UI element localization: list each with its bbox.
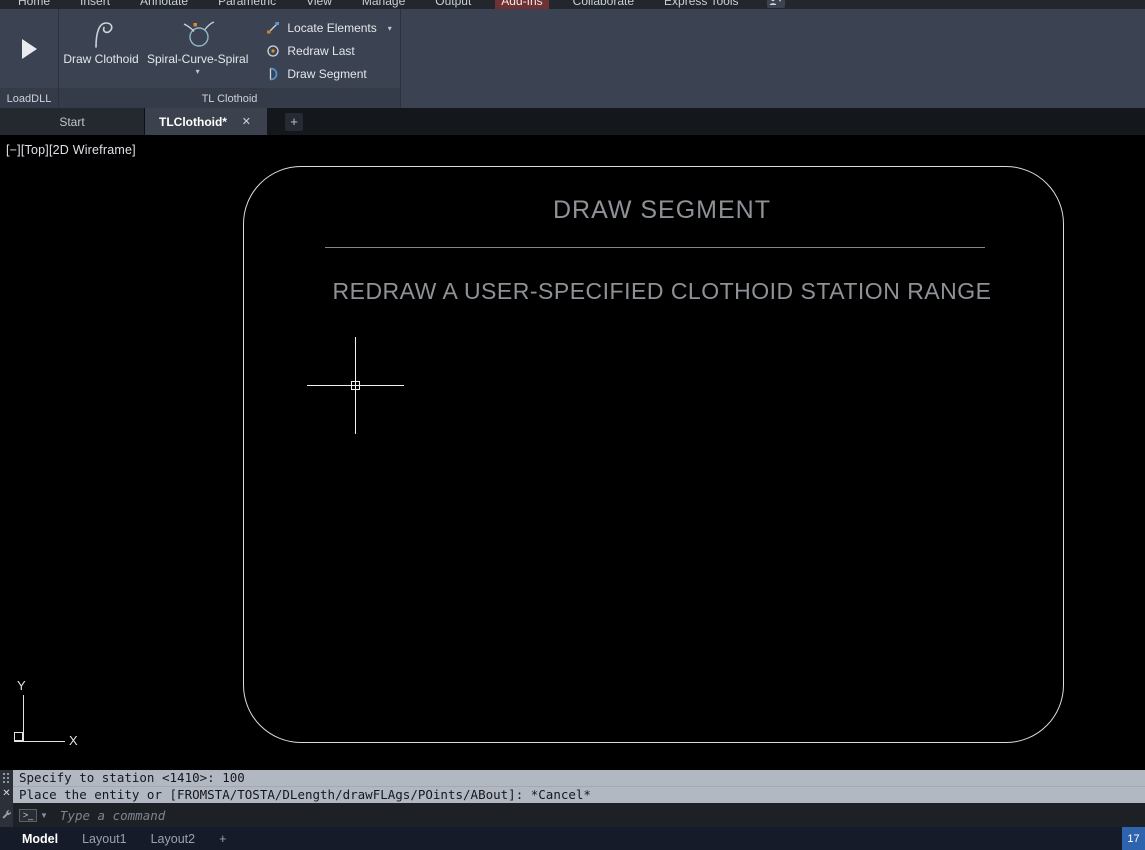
drawing-canvas[interactable]: [−][Top][2D Wireframe] DRAW SEGMENT REDR… — [0, 135, 1145, 770]
spiral-curve-spiral-button[interactable]: Spiral-Curve-Spiral ▾ — [143, 12, 252, 88]
draw-clothoid-label: Draw Clothoid — [63, 52, 139, 66]
ribbon-tab-insert[interactable]: Insert — [74, 0, 116, 9]
command-prompt-icon[interactable]: >_ — [19, 808, 37, 822]
drawing-underline-entity — [325, 247, 985, 248]
ribbon-tab-view[interactable]: View — [300, 0, 338, 9]
viewport-minimize-control[interactable]: [−] — [6, 143, 21, 157]
file-tab-start[interactable]: Start — [0, 108, 145, 135]
ribbon-tab-strip: Home Insert Annotate Parametric View Man… — [0, 0, 1145, 9]
draw-segment-button[interactable]: Draw Segment — [266, 66, 391, 82]
file-tab-bar: Start TLClothoid* ✕ + — [0, 108, 1145, 135]
file-tab-start-label: Start — [59, 114, 85, 129]
viewport-view-control[interactable]: [Top] — [21, 143, 49, 157]
ribbon-panel-loaddll: LoadDLL — [0, 9, 59, 108]
close-icon[interactable]: ✕ — [240, 115, 253, 128]
command-line-panel: ✕ Specify to station <1410>: 100 Place t… — [0, 770, 1145, 827]
spiral-curve-spiral-label: Spiral-Curve-Spiral — [147, 52, 249, 66]
draw-segment-icon — [270, 67, 278, 81]
ribbon-tab-add-ins[interactable]: Add-Ins — [495, 0, 549, 9]
draw-clothoid-icon — [84, 14, 118, 52]
ribbon: LoadDLL Draw Clothoid Spiral-Curve-Spira… — [0, 9, 1145, 108]
command-line-main: Specify to station <1410>: 100 Place the… — [13, 770, 1145, 827]
file-tab-tlclothoid[interactable]: TLClothoid* ✕ — [145, 108, 267, 135]
command-history-line: Specify to station <1410>: 100 — [13, 770, 1145, 787]
draw-clothoid-button[interactable]: Draw Clothoid — [59, 12, 143, 88]
drawing-title-text: DRAW SEGMENT — [552, 196, 772, 224]
command-input[interactable]: Type a command — [60, 808, 1145, 823]
ribbon-tab-collaborate[interactable]: Collaborate — [567, 0, 640, 9]
command-panel-gutter: ✕ — [0, 770, 13, 827]
redraw-last-icon — [267, 45, 280, 57]
play-icon — [21, 38, 37, 59]
ribbon-tab-express-tools[interactable]: Express Tools — [658, 0, 744, 9]
locate-elements-label: Locate Elements — [287, 21, 377, 35]
chevron-down-icon[interactable]: ▾ — [196, 67, 200, 76]
status-right-value: 17 — [1122, 827, 1145, 850]
chevron-down-icon: ▾ — [778, 0, 782, 4]
autocad-window: Home Insert Annotate Parametric View Man… — [0, 0, 1145, 850]
command-input-row[interactable]: >_ ▼ Type a command — [13, 803, 1145, 827]
loaddll-run-button[interactable] — [14, 31, 45, 67]
ucs-y-label: Y — [17, 678, 26, 693]
redraw-last-button[interactable]: Redraw Last — [266, 43, 391, 59]
ucs-x-axis — [14, 741, 65, 742]
spiral-curve-spiral-icon — [180, 14, 216, 52]
ucs-y-axis — [23, 695, 24, 741]
loaddll-panel-title: LoadDLL — [0, 88, 58, 108]
chevron-down-icon[interactable]: ▾ — [388, 24, 392, 33]
new-file-tab-button[interactable]: + — [285, 112, 303, 131]
crosshair-pickbox — [351, 381, 360, 390]
layout1-tab[interactable]: Layout1 — [82, 832, 126, 846]
locate-elements-button[interactable]: Locate Elements ▾ — [266, 20, 392, 36]
command-history-line: Place the entity or [FROMSTA/TOSTA/DLeng… — [13, 787, 1145, 803]
recent-commands-caret-icon[interactable]: ▼ — [40, 811, 48, 820]
close-icon[interactable]: ✕ — [2, 788, 10, 800]
tl-clothoid-panel-title: TL Clothoid — [59, 88, 400, 108]
clothoid-frame-entity — [243, 166, 1064, 743]
ribbon-tab-home[interactable]: Home — [12, 0, 56, 9]
ribbon-panel-tl-clothoid: Draw Clothoid Spiral-Curve-Spiral ▾ Loca… — [59, 9, 401, 108]
new-layout-button[interactable]: + — [219, 832, 226, 846]
drag-handle-icon[interactable] — [2, 772, 11, 785]
account-icon[interactable]: ▾ — [766, 0, 785, 8]
viewport-visual-style-control[interactable]: [2D Wireframe] — [49, 143, 136, 157]
model-tab[interactable]: Model — [22, 832, 58, 846]
ribbon-tab-manage[interactable]: Manage — [356, 0, 411, 9]
tl-clothoid-row-buttons: Locate Elements ▾ Redraw Last Draw Segme… — [266, 12, 392, 88]
draw-segment-label: Draw Segment — [287, 67, 367, 81]
layout2-tab[interactable]: Layout2 — [151, 832, 195, 846]
person-icon — [770, 0, 777, 5]
ucs-x-label: X — [69, 733, 78, 748]
ribbon-tab-output[interactable]: Output — [429, 0, 477, 9]
file-tab-tlclothoid-label: TLClothoid* — [159, 114, 227, 129]
redraw-last-label: Redraw Last — [287, 44, 355, 58]
status-bar: Model Layout1 Layout2 + 17 — [0, 827, 1145, 850]
viewport-controls: [−][Top][2D Wireframe] — [6, 143, 136, 157]
wrench-customize-icon[interactable] — [1, 809, 12, 820]
ribbon-tab-parametric[interactable]: Parametric — [212, 0, 282, 9]
ribbon-tab-annotate[interactable]: Annotate — [134, 0, 194, 9]
ucs-origin-box — [14, 732, 23, 741]
drawing-subtitle-text: REDRAW A USER-SPECIFIED CLOTHOID STATION… — [332, 278, 992, 304]
locate-elements-icon — [267, 22, 280, 34]
ribbon-empty-area — [401, 9, 1145, 108]
